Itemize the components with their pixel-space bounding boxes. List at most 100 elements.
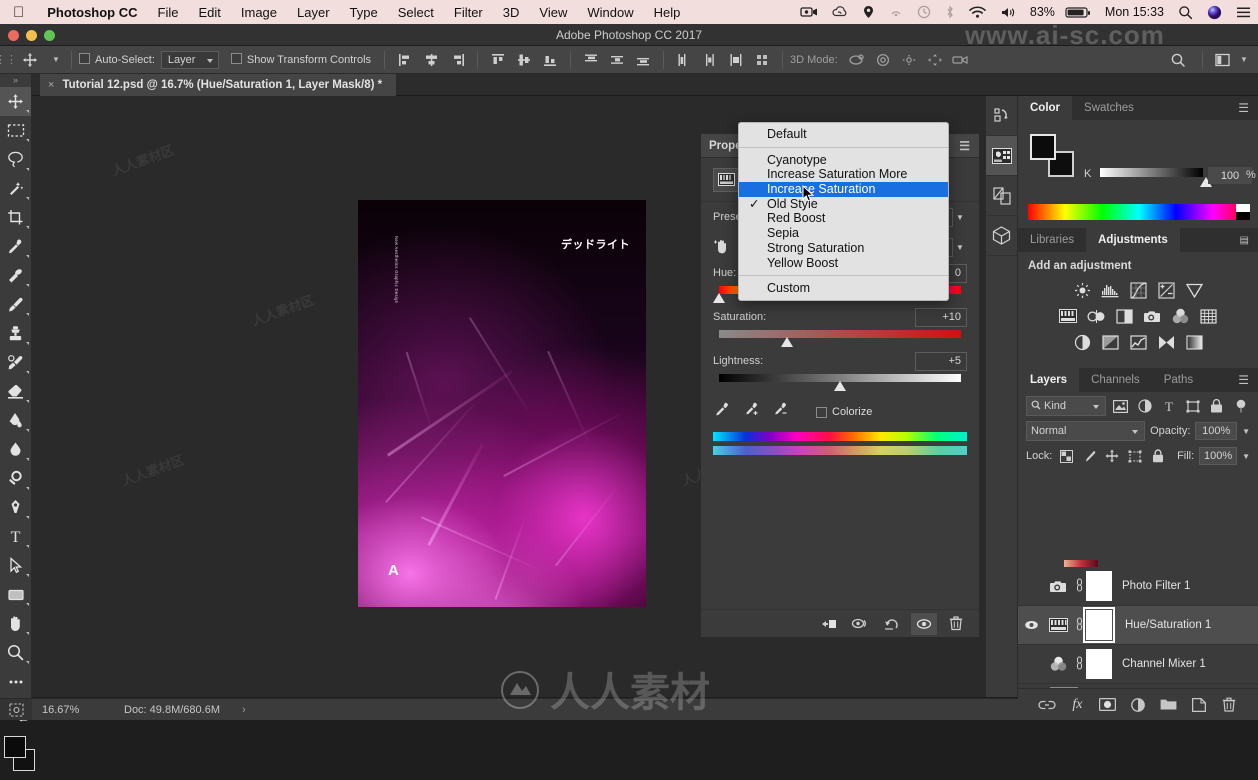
hue-saturation-icon[interactable] [1044,618,1072,632]
menu-item-view[interactable]: View [529,5,577,20]
menu-item-select[interactable]: Select [388,5,444,20]
distribute-top-icon[interactable] [578,46,604,73]
lock-position-icon[interactable] [1103,446,1121,466]
chevron-down-icon[interactable]: ▼ [1242,452,1250,461]
align-bottom-edges-icon[interactable] [537,46,563,73]
lightness-slider[interactable] [701,372,979,394]
filter-shape-icon[interactable] [1183,396,1202,416]
creative-cloud-icon[interactable] [825,5,855,19]
new-group-icon[interactable] [1157,694,1179,716]
levels-icon[interactable] [1100,280,1120,300]
workspace-switcher-icon[interactable] [1210,46,1236,73]
menu-item-cyanotype[interactable]: Cyanotype [739,153,948,168]
menu-item-custom[interactable]: Custom [739,281,948,296]
menu-item-sepia[interactable]: Sepia [739,226,948,241]
spectrum-bar-result[interactable] [713,446,967,455]
volume-icon[interactable] [993,6,1023,19]
filter-adjustment-icon[interactable] [1135,396,1154,416]
panel-menu-icon[interactable]: ☰ [1238,368,1258,392]
new-layer-icon[interactable] [1188,694,1210,716]
history-icon[interactable] [986,96,1017,136]
notification-center-icon[interactable] [1229,6,1258,19]
add-layer-mask-icon[interactable] [1097,694,1119,716]
document-tab[interactable]: × Tutorial 12.psd @ 16.7% (Hue/Saturatio… [40,74,397,96]
history-brush-tool-icon[interactable] [0,348,31,377]
rectangle-tool-icon[interactable] [0,580,31,609]
lock-artboard-icon[interactable] [1126,446,1144,466]
lightness-slider-thumb[interactable] [834,381,846,391]
move-tool-icon[interactable] [12,46,48,73]
gradient-tool-icon[interactable] [0,406,31,435]
menu-item-strong-saturation[interactable]: Strong Saturation [739,241,948,256]
menu-item-3d[interactable]: 3D [493,5,530,20]
filter-pixel-icon[interactable] [1111,396,1130,416]
layer-comps-icon[interactable] [986,176,1017,216]
minimize-window-button[interactable] [26,30,37,41]
lasso-tool-icon[interactable] [0,145,31,174]
table-row[interactable]: Hue/Saturation 1 [1018,606,1258,645]
distribute-left-icon[interactable] [671,46,697,73]
lock-all-icon[interactable] [1149,446,1167,466]
eyedropper-add-icon[interactable] [744,402,759,422]
tab-layers[interactable]: Layers [1018,368,1080,392]
color-lookup-icon[interactable] [1198,306,1218,326]
close-window-button[interactable] [8,30,19,41]
zoom-tool-icon[interactable] [0,638,31,667]
menu-item-type[interactable]: Type [340,5,388,20]
filter-smart-object-icon[interactable] [1207,396,1226,416]
gradient-map-icon[interactable] [1184,332,1204,352]
chevron-down-icon[interactable]: ▼ [953,243,967,252]
white-swatch[interactable] [1236,204,1250,212]
distribute-vertical-center-icon[interactable] [604,46,630,73]
menu-item-increase-saturation[interactable]: Increase Saturation [739,182,948,197]
layer-mask-thumbnail[interactable] [1083,607,1115,643]
menu-item-window[interactable]: Window [577,5,643,20]
type-tool-icon[interactable]: T [0,522,31,551]
location-icon[interactable] [855,5,882,19]
brush-tool-icon[interactable] [0,290,31,319]
color-balance-icon[interactable] [1086,306,1106,326]
saturation-slider-track[interactable] [719,330,961,338]
pen-tool-icon[interactable] [0,493,31,522]
panel-menu-icon[interactable]: ☰ [959,139,971,153]
auto-select-checkbox[interactable]: Auto-Select: [79,53,155,66]
clip-to-layer-icon[interactable] [815,613,841,635]
align-right-edges-icon[interactable] [444,46,470,73]
align-horizontal-centers-icon[interactable] [418,46,444,73]
layer-style-icon[interactable]: fx [1066,694,1088,716]
table-row[interactable]: Channel Mixer 1 [1018,645,1258,684]
eyedropper-tool-icon[interactable] [0,232,31,261]
color-ramp[interactable] [1028,204,1250,220]
rectangular-marquee-tool-icon[interactable] [0,116,31,145]
preset-dropdown-menu[interactable]: Default Cyanotype Increase Saturation Mo… [738,122,949,301]
align-vertical-centers-icon[interactable] [511,46,537,73]
workspace-caret-icon[interactable]: ▼ [1236,55,1252,64]
colorize-checkbox[interactable]: Colorize [816,406,872,418]
blur-tool-icon[interactable] [0,435,31,464]
menu-item-edit[interactable]: Edit [188,5,230,20]
opacity-value-field[interactable]: 100% [1195,422,1238,440]
battery-icon[interactable] [1058,6,1098,19]
menu-item-help[interactable]: Help [644,5,691,20]
lock-transparent-pixels-icon[interactable] [1057,446,1075,466]
colorize-checkbox-box[interactable] [816,406,827,418]
bluetooth-icon[interactable] [938,5,962,19]
invert-icon[interactable] [1072,332,1092,352]
tab-channels[interactable]: Channels [1079,368,1152,392]
blend-mode-dropdown[interactable]: Normal [1026,421,1146,441]
layer-filter-kind-dropdown[interactable]: Kind [1026,396,1107,416]
artboard[interactable]: New Aesthetics Graphic Design デッドライト A [358,200,646,607]
apple-icon[interactable]:  [0,5,37,20]
3d-icon[interactable] [986,216,1017,256]
tab-color[interactable]: Color [1018,96,1073,120]
hue-saturation-icon[interactable] [1058,306,1078,326]
quick-selection-tool-icon[interactable] [0,174,31,203]
vibrance-icon[interactable] [1184,280,1204,300]
menu-item-layer[interactable]: Layer [287,5,340,20]
airplay-icon[interactable] [882,5,910,19]
eraser-tool-icon[interactable] [0,377,31,406]
spot-healing-brush-tool-icon[interactable] [0,261,31,290]
crop-tool-icon[interactable] [0,203,31,232]
layer-name[interactable]: Hue/Saturation 1 [1125,619,1211,631]
move-tool-icon[interactable] [0,87,31,116]
